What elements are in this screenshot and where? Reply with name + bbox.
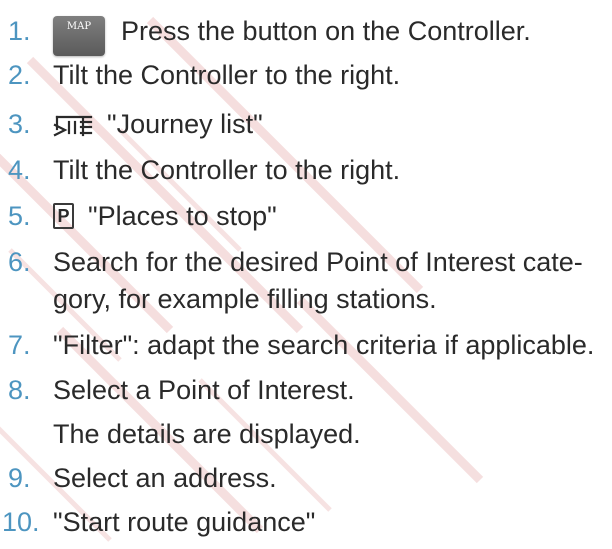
step-text: "Start route guidance" <box>53 507 316 537</box>
map-button-icon: MAP <box>53 16 105 56</box>
step-number: 7. <box>8 330 31 360</box>
step-number: 8. <box>8 375 31 405</box>
step-text: Search for the desired Point of Interest… <box>53 247 583 277</box>
instruction-list: 1. MAP Press the button on the Controlle… <box>0 0 612 549</box>
step-text-line2: gory, for example filling stations. <box>53 284 437 314</box>
step-result-text: The details are displayed. <box>53 419 361 449</box>
step-number: 6. <box>8 247 31 277</box>
step-number: 4. <box>8 155 31 185</box>
step-text: "Places to stop" <box>88 201 277 231</box>
step-number: 5. <box>8 201 31 231</box>
step-number: 9. <box>8 463 31 493</box>
step-text: "Journey list" <box>107 109 263 139</box>
step-text: Press the button on the Controller. <box>121 16 531 46</box>
step-number: 3. <box>8 109 31 139</box>
step-text: "Filter": adapt the search criteria if a… <box>53 330 595 360</box>
step-number: 1. <box>8 16 31 46</box>
step-number: 2. <box>8 60 31 90</box>
step-content: P "Places to stop" <box>53 198 277 234</box>
step-text: Tilt the Controller to the right. <box>53 60 401 90</box>
map-button-label: MAP <box>66 21 92 32</box>
step-text: Tilt the Controller to the right. <box>53 155 401 185</box>
step-text: Select a Point of Interest. <box>53 375 355 405</box>
places-to-stop-icon: P <box>53 202 74 229</box>
step-number: 10. <box>2 507 40 537</box>
step-content: "Journey list" <box>53 106 263 142</box>
step-text: Select an address. <box>53 463 277 493</box>
journey-list-icon <box>53 115 93 137</box>
